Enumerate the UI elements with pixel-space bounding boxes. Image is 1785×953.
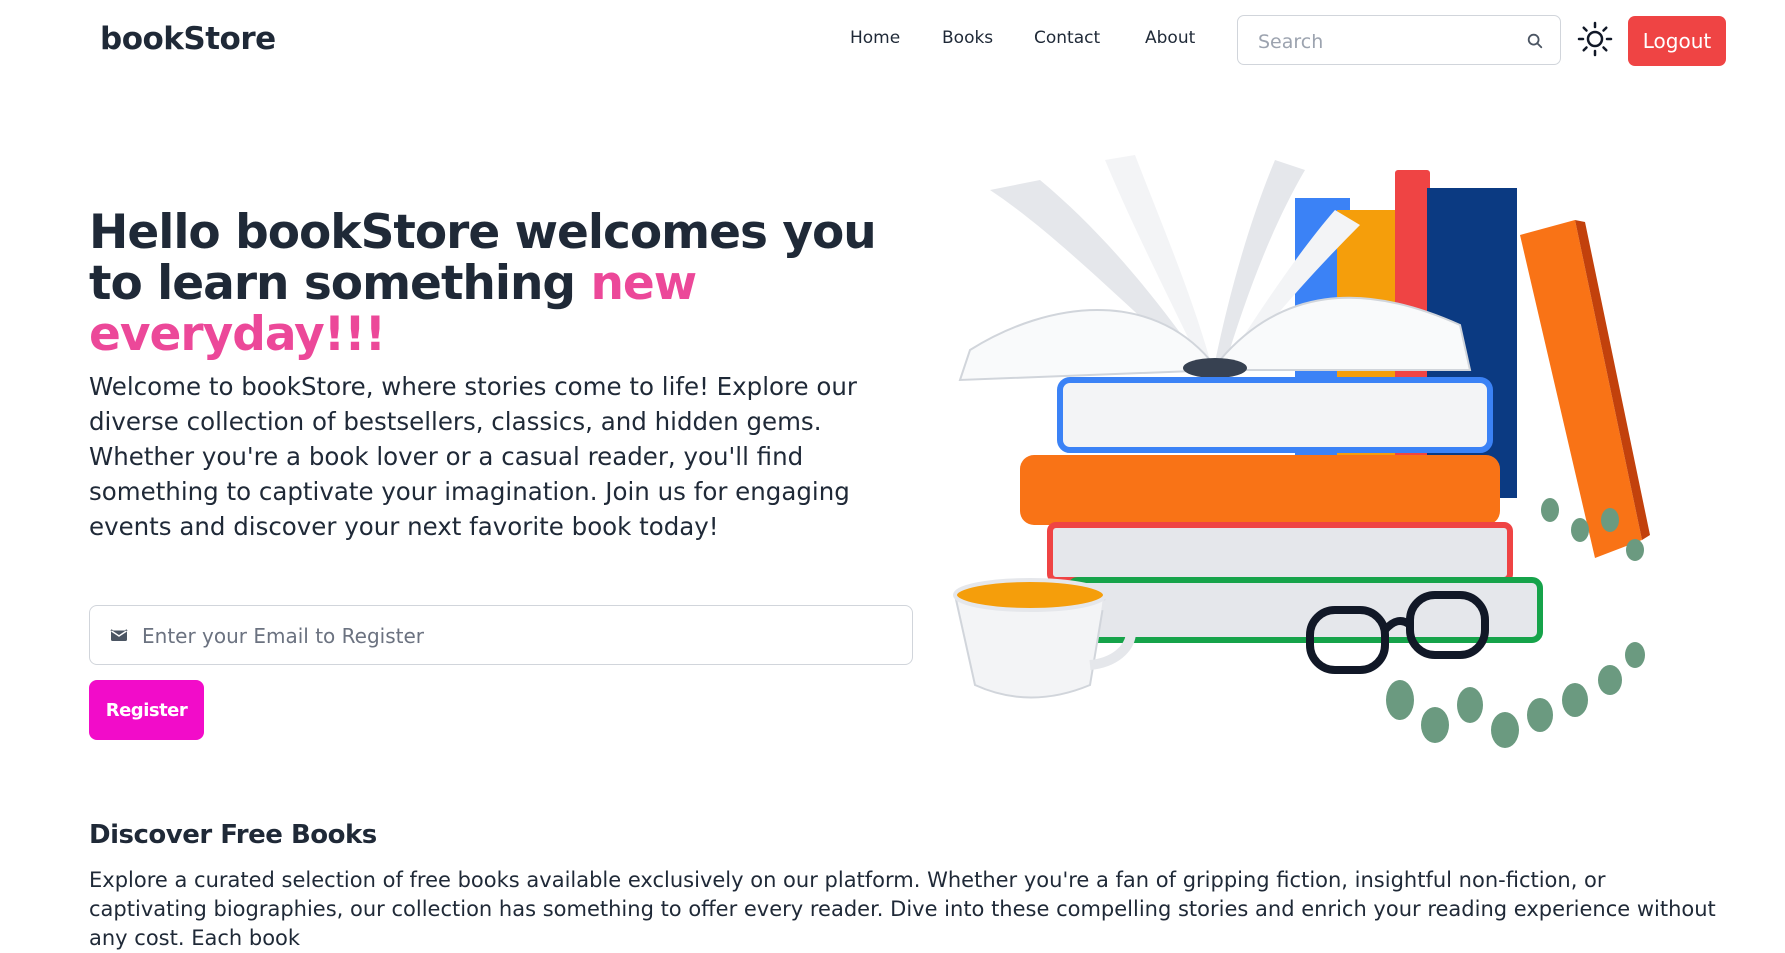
nav-books[interactable]: Books — [942, 28, 993, 48]
hero-title: Hello bookStore welcomes you to learn so… — [89, 207, 909, 360]
discover-title: Discover Free Books — [89, 820, 377, 850]
nav-about[interactable]: About — [1145, 28, 1195, 48]
email-input[interactable] — [140, 620, 884, 652]
email-field — [89, 605, 913, 665]
brand-logo[interactable]: bookStore — [100, 21, 276, 57]
envelope-icon — [110, 629, 128, 641]
hero-description: Welcome to bookStore, where stories come… — [89, 372, 857, 541]
discover-description: Explore a curated selection of free book… — [89, 868, 1716, 950]
logout-button[interactable]: Logout — [1628, 16, 1726, 66]
books-illustration — [953, 155, 1650, 748]
hero-title-main: Hello bookStore welcomes you to learn so… — [89, 205, 877, 311]
nav-contact[interactable]: Contact — [1034, 28, 1100, 48]
sun-icon[interactable] — [1577, 21, 1613, 57]
search-input[interactable] — [1256, 26, 1520, 58]
register-button[interactable]: Register — [89, 680, 204, 740]
nav-home[interactable]: Home — [850, 28, 900, 48]
orange-leaning-book — [1520, 220, 1642, 558]
search-icon[interactable] — [1526, 32, 1544, 50]
navbar: bookStore Home Books Contact About Logou… — [0, 0, 1785, 82]
search-box — [1237, 15, 1561, 65]
